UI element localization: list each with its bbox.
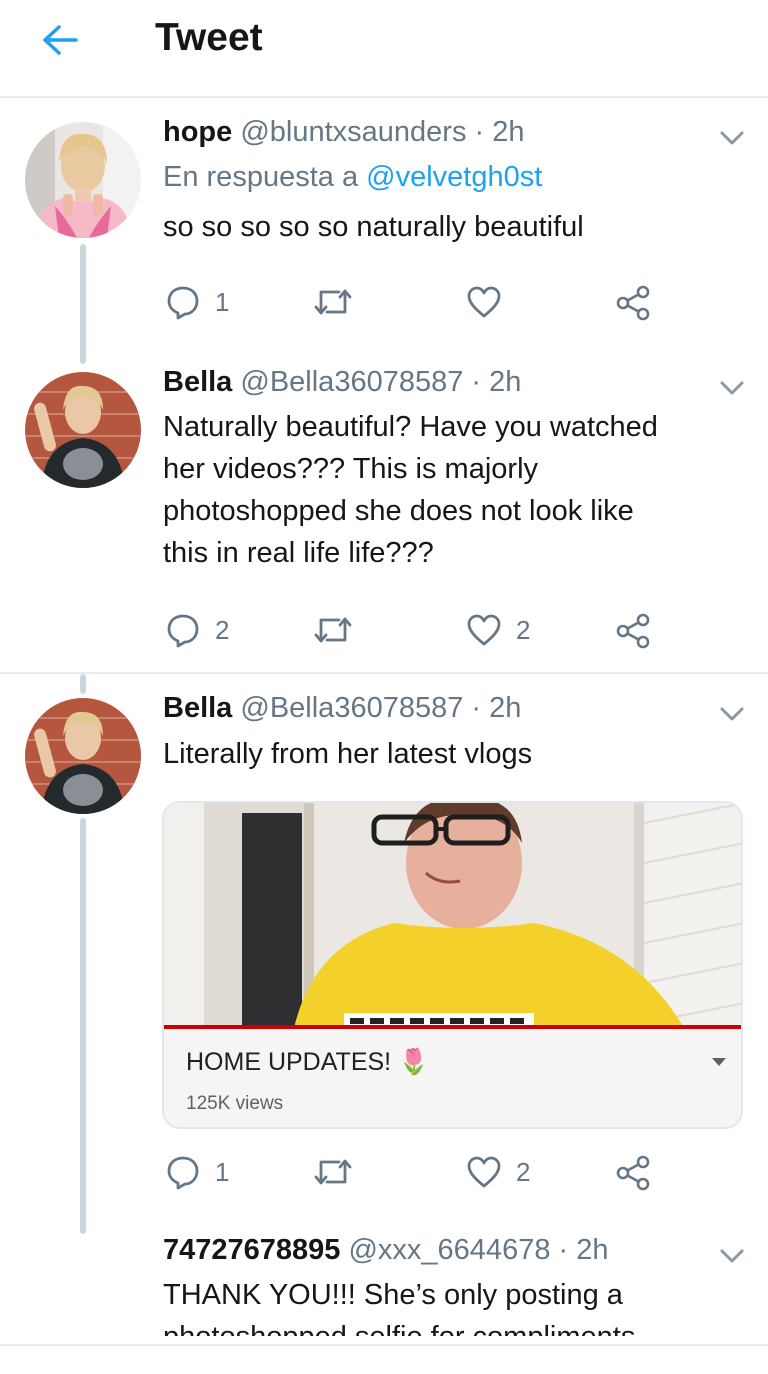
- reply-count: 1: [215, 286, 230, 317]
- share-icon: [616, 1155, 650, 1191]
- heart-icon: [467, 1156, 501, 1188]
- reply-button[interactable]: 2: [165, 612, 229, 648]
- chevron-down-icon[interactable]: [718, 128, 746, 148]
- share-button[interactable]: [614, 284, 652, 322]
- tweet-text: Literally from her latest vlogs: [163, 738, 533, 770]
- retweet-button[interactable]: [313, 1154, 353, 1190]
- tweet-text-line: photoshopped she does not look like: [163, 495, 634, 527]
- tweet-text-line: photoshopped selfie for compliments: [163, 1316, 733, 1336]
- share-icon: [616, 285, 650, 321]
- author-handle[interactable]: @xxx_6644678: [348, 1234, 550, 1266]
- reply-context: En respuesta a @velvetgh0st: [163, 161, 542, 194]
- retweet-button[interactable]: [313, 612, 353, 648]
- retweet-icon: [314, 289, 352, 315]
- heart-icon: [467, 286, 501, 318]
- retweet-icon: [314, 1159, 352, 1185]
- video-progress-bar: [164, 1025, 741, 1029]
- reply-count: 2: [215, 614, 230, 645]
- thread-line: [80, 818, 86, 1234]
- tulip-emoji: 🌷: [398, 1048, 430, 1076]
- tweet-divider: [0, 672, 768, 674]
- author-handle[interactable]: @bluntxsaunders: [240, 116, 466, 148]
- reply-icon: [167, 614, 199, 648]
- tweet-header: hope @bluntxsaunders · 2h: [163, 116, 525, 149]
- video-thumbnail[interactable]: [164, 803, 741, 1028]
- tweet-time: · 2h: [558, 1234, 609, 1266]
- like-count: 2: [516, 1156, 531, 1187]
- reply-icon: [167, 1156, 199, 1190]
- chevron-down-icon[interactable]: [718, 1246, 746, 1266]
- tweet-text-line: her videos??? This is majorly: [163, 453, 539, 485]
- author-name[interactable]: Bella: [163, 366, 232, 398]
- tweet-text-line: this in real life life???: [163, 537, 434, 569]
- tweet-time: · 2h: [474, 116, 525, 148]
- video-views: 125K views: [186, 1093, 284, 1114]
- reply-mention-link[interactable]: @velvetgh0st: [366, 161, 542, 193]
- top-bar: Tweet: [0, 0, 768, 98]
- author-handle[interactable]: @Bella36078587: [240, 692, 463, 724]
- avatar[interactable]: [25, 122, 141, 238]
- reply-button[interactable]: 1: [165, 1154, 229, 1190]
- reply-icon: [167, 286, 199, 320]
- thread-line: [80, 244, 86, 364]
- tweet-text: Naturally beautiful? Have you watched he…: [163, 406, 733, 574]
- share-button[interactable]: [614, 612, 652, 650]
- tweet-text-line: Naturally beautiful? Have you watched: [163, 411, 658, 443]
- tweet-text: THANK YOU!!! She’s only posting a photos…: [163, 1274, 733, 1336]
- author-handle[interactable]: @Bella36078587: [240, 366, 463, 398]
- tweet-header: Bella @Bella36078587 · 2h: [163, 692, 521, 725]
- tweet-text-line: THANK YOU!!! She’s only posting a: [163, 1279, 623, 1311]
- retweet-icon: [314, 617, 352, 643]
- avatar[interactable]: [25, 698, 141, 814]
- thread-line: [80, 674, 86, 694]
- like-count: 2: [516, 614, 531, 645]
- like-button[interactable]: 2: [466, 1154, 530, 1190]
- tweet-time: · 2h: [471, 366, 522, 398]
- video-title-text: HOME UPDATES!: [186, 1048, 392, 1076]
- heart-icon: [467, 614, 501, 646]
- share-button[interactable]: [614, 1154, 652, 1192]
- reply-prefix: En respuesta a: [163, 161, 359, 193]
- like-button[interactable]: 2: [466, 612, 530, 648]
- video-card[interactable]: HOME UPDATES! 🌷 125K views: [162, 801, 743, 1129]
- chevron-down-icon[interactable]: [718, 704, 746, 724]
- author-name[interactable]: 74727678895: [163, 1234, 340, 1266]
- tweet-time: · 2h: [471, 692, 522, 724]
- tweet-text: so so so so so naturally beautiful: [163, 211, 584, 243]
- like-button[interactable]: [466, 284, 516, 320]
- author-name[interactable]: hope: [163, 116, 232, 148]
- back-arrow-icon[interactable]: [36, 18, 84, 62]
- dropdown-caret-icon[interactable]: [712, 1058, 726, 1066]
- avatar[interactable]: [25, 372, 141, 488]
- tweet-header: Bella @Bella36078587 · 2h: [163, 366, 521, 399]
- page-title: Tweet: [155, 16, 263, 59]
- author-name[interactable]: Bella: [163, 692, 232, 724]
- chevron-down-icon[interactable]: [718, 378, 746, 398]
- retweet-button[interactable]: [313, 284, 353, 320]
- video-title[interactable]: HOME UPDATES! 🌷: [186, 1048, 429, 1077]
- tweet-header: 74727678895 @xxx_6644678 · 2h: [163, 1234, 609, 1267]
- share-icon: [616, 613, 650, 649]
- reply-button[interactable]: 1: [165, 284, 229, 320]
- reply-bar[interactable]: [0, 1344, 768, 1374]
- reply-count: 1: [215, 1156, 230, 1187]
